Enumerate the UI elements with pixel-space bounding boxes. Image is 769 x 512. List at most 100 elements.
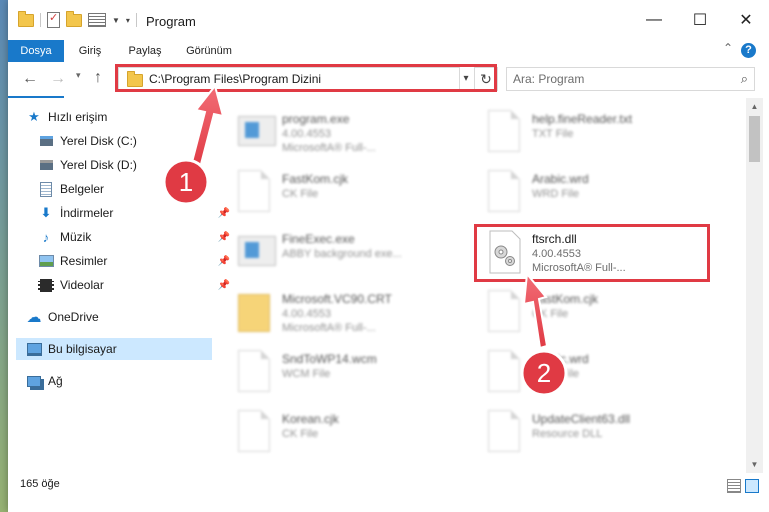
file-list: program.exe 4.00.4553 MicrosoftA® Full-.… [210,98,740,468]
file-item[interactable]: FineExec.exe ABBY background exe... [210,222,450,280]
window-title: Program [146,14,196,29]
sidebar-item-videos[interactable]: Videolar 📌 [38,274,234,296]
file-type: CK File [282,188,319,200]
sidebar-item-label: İndirmeler [60,206,114,220]
minimize-button[interactable]: — [631,0,677,40]
up-arrow-icon[interactable]: ↑ [94,69,102,87]
file-description: MicrosoftA® Full-... [282,322,376,334]
cloud-icon: ☁ [26,309,42,326]
file-type: WCM File [282,368,331,380]
properties-icon[interactable] [47,11,60,28]
sidebar-item-quick-access[interactable]: ★ Hızlı erişim [26,106,222,128]
file-icon [488,290,522,334]
computer-icon [26,341,42,357]
file-name: Arabic.wrd [532,172,589,186]
network-icon [26,373,42,389]
pictures-icon [38,253,54,269]
sidebar-item-pictures[interactable]: Resimler 📌 [38,250,234,272]
file-name: FastKom.cjk [282,172,349,186]
sidebar-item-music[interactable]: ♪ Müzik 📌 [38,226,234,248]
new-folder-icon[interactable] [66,10,82,27]
file-icon [488,170,522,214]
file-item[interactable]: FastKom.cjk CK File [460,282,700,340]
scroll-down-icon[interactable]: ▼ [746,456,763,473]
dll-gear-icon [488,410,522,454]
customize-toolbar-icon[interactable]: ▾ [126,16,130,25]
file-item[interactable]: SndToWP14.wcm WCM File [210,342,450,400]
file-icon [238,350,272,394]
file-item[interactable]: Arabic.wrd WRD File [460,162,700,220]
search-icon[interactable]: ⌕ [741,71,748,87]
sidebar-item-this-pc[interactable]: Bu bilgisayar [16,338,212,360]
sidebar-item-label: Yerel Disk (D:) [60,158,137,172]
file-type: WRD File [532,188,580,200]
quick-access-toolbar: ▼ ▾ [18,10,137,28]
folder-icon [18,10,34,27]
help-icon[interactable]: ? [741,43,756,58]
file-type: Resource DLL [532,428,603,440]
sidebar-item-onedrive[interactable]: ☁ OneDrive [26,306,222,328]
large-icons-view-icon[interactable] [745,479,759,493]
recent-locations-icon[interactable]: ▾ [76,70,81,81]
file-icon [238,410,272,454]
file-name: Arabic.wrd [532,352,589,366]
sidebar-item-label: OneDrive [48,310,99,324]
file-type: TXT File [532,128,574,140]
maximize-button[interactable]: ☐ [677,0,723,40]
file-item[interactable]: Arabic.wrd WRD File [460,342,700,400]
sidebar-item-network[interactable]: Ağ [26,370,222,392]
file-item[interactable]: Korean.cjk CK File [210,402,450,460]
file-version: 4.00.4553 [282,128,331,140]
drive-icon [38,157,54,173]
file-name: Microsoft.VC90.CRT [282,292,392,306]
status-bar: 165 öğe [8,474,769,496]
sidebar-item-label: Bu bilgisayar [48,342,117,356]
file-item[interactable]: FastKom.cjk CK File [210,162,450,220]
sidebar-item-downloads[interactable]: ⬇ İndirmeler 📌 [38,202,234,224]
file-item[interactable]: UpdateClient63.dll Resource DLL [460,402,700,460]
exe-icon [238,110,276,154]
file-icon [238,170,272,214]
file-type: CK File [532,308,569,320]
scroll-up-icon[interactable]: ▲ [746,98,763,115]
sidebar-item-label: Müzik [60,230,92,244]
sidebar-item-disk-c[interactable]: Yerel Disk (C:) [38,130,234,152]
search-input[interactable]: Ara: Program ⌕ [506,67,755,91]
file-highlight-box [474,224,710,282]
ribbon-tabs: Dosya Giriş Paylaş Görünüm ⌃ ? [8,40,769,98]
file-item[interactable]: Microsoft.VC90.CRT 4.00.4553 MicrosoftA®… [210,282,450,340]
file-type: CK File [282,428,319,440]
forward-arrow-icon[interactable]: → [50,70,66,88]
search-placeholder: Ara: Program [513,72,585,86]
view-options-icon[interactable] [88,13,106,27]
file-description: MicrosoftA® Full-... [282,142,376,154]
file-item[interactable]: help.fineReader.txt TXT File [460,102,700,160]
item-count: 165 öğe [20,478,60,490]
vertical-scrollbar[interactable]: ▲ ▼ [746,98,763,473]
sidebar-item-label: Ağ [48,374,63,388]
tab-view[interactable]: Görünüm [178,40,240,62]
file-type: WRD File [532,368,580,380]
file-name: SndToWP14.wcm [282,352,377,366]
sidebar-item-disk-d[interactable]: Yerel Disk (D:) [38,154,234,176]
file-name: FastKom.cjk [532,292,599,306]
tab-share[interactable]: Paylaş [120,40,170,62]
address-highlight-box [115,64,497,92]
details-view-icon[interactable] [727,479,741,493]
scrollbar-thumb[interactable] [749,116,760,162]
file-name: FineExec.exe [282,232,355,246]
back-arrow-icon[interactable]: ← [22,70,38,88]
text-file-icon [488,110,522,154]
file-item[interactable]: program.exe 4.00.4553 MicrosoftA® Full-.… [210,102,450,160]
chevron-up-icon[interactable]: ⌃ [723,41,733,55]
file-type: ABBY background exe... [282,248,402,260]
folder-icon [238,290,272,334]
sidebar-item-documents[interactable]: Belgeler [38,178,234,200]
star-icon: ★ [28,109,40,124]
divider [135,13,137,27]
music-icon: ♪ [42,229,50,245]
chevron-down-icon[interactable]: ▼ [112,16,120,25]
sidebar-item-label: Hızlı erişim [48,110,108,124]
close-button[interactable]: ✕ [723,0,769,40]
tab-home[interactable]: Giriş [68,40,112,62]
